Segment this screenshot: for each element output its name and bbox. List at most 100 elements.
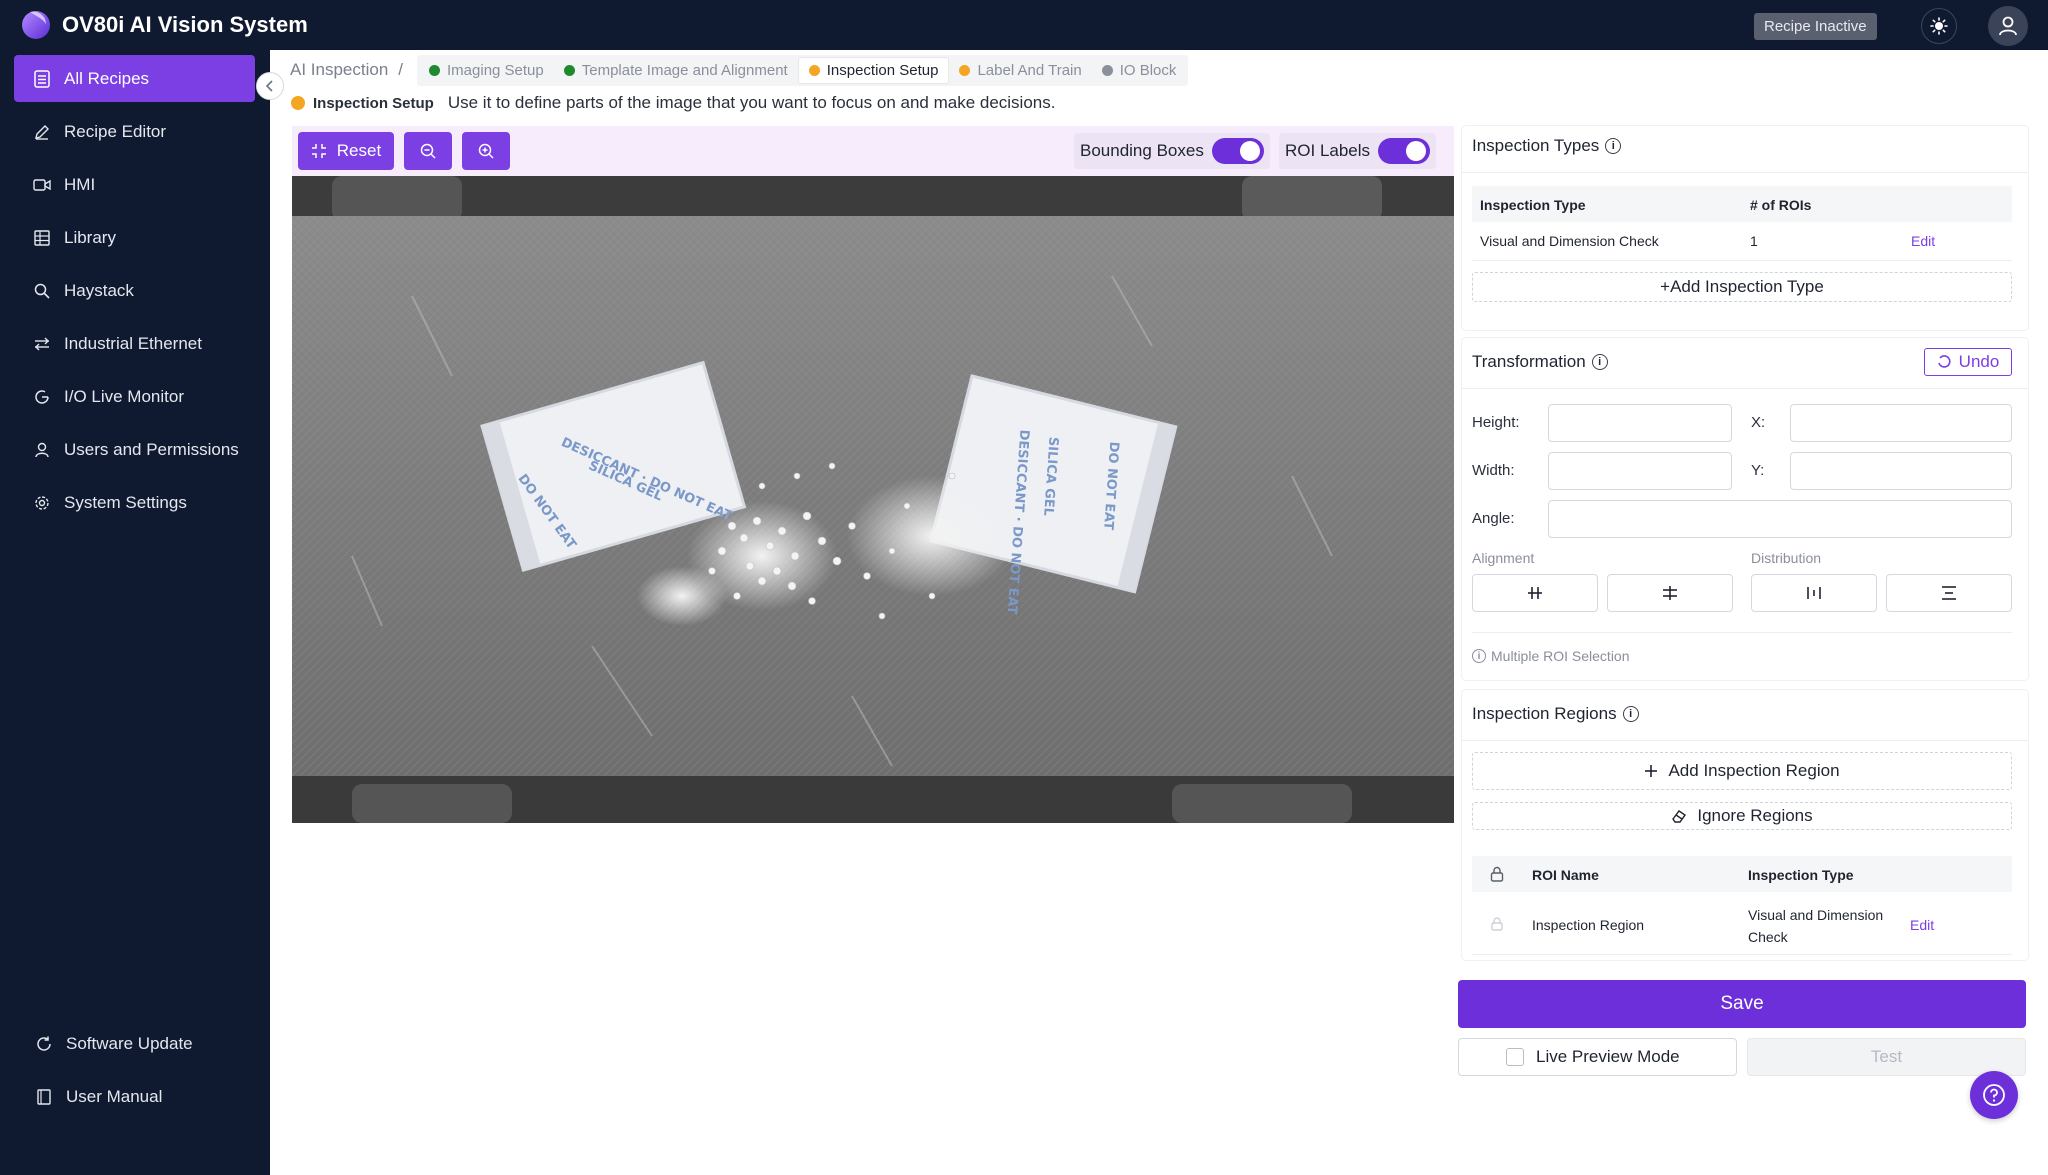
column-header-inspection-type: Inspection Type bbox=[1748, 867, 1854, 883]
live-preview-toggle[interactable]: Live Preview Mode bbox=[1458, 1038, 1737, 1076]
step-label: Template Image and Alignment bbox=[581, 61, 788, 79]
app-logo-icon bbox=[22, 11, 50, 39]
sidebar-item-io-live-monitor[interactable]: I/O Live Monitor bbox=[14, 373, 255, 420]
subtitle-label: Inspection Setup bbox=[313, 94, 434, 112]
inspection-image-canvas[interactable]: DESICCANT · DO NOT EAT SILICA GEL DO NOT… bbox=[292, 176, 1454, 823]
transformation-title: Transformation i bbox=[1472, 352, 1608, 372]
edit-roi-link[interactable]: Edit bbox=[1910, 917, 1934, 933]
roi-name-cell: Inspection Region bbox=[1532, 917, 1645, 933]
step-io-block[interactable]: IO Block bbox=[1092, 57, 1187, 84]
step-bar: Imaging Setup Template Image and Alignme… bbox=[417, 54, 1189, 86]
sidebar-item-recipe-editor[interactable]: Recipe Editor bbox=[14, 108, 255, 155]
save-button[interactable]: Save bbox=[1458, 980, 2026, 1028]
info-icon[interactable]: i bbox=[1605, 138, 1622, 154]
search-icon bbox=[32, 281, 52, 301]
add-inspection-type-button[interactable]: +Add Inspection Type bbox=[1472, 272, 2012, 302]
question-icon bbox=[1983, 1084, 2005, 1106]
sidebar-item-label: Haystack bbox=[64, 280, 134, 300]
subtitle-text: Use it to define parts of the image that… bbox=[447, 93, 1056, 112]
undo-button[interactable]: Undo bbox=[1924, 348, 2012, 376]
divider bbox=[1472, 632, 2012, 633]
test-button[interactable]: Test bbox=[1747, 1038, 2026, 1076]
step-label: IO Block bbox=[1119, 61, 1177, 79]
sidebar-item-library[interactable]: Library bbox=[14, 214, 255, 261]
inspection-regions-card: Inspection Regions i Add Inspection Regi… bbox=[1462, 690, 2028, 960]
align-horizontal-button[interactable] bbox=[1472, 574, 1598, 612]
sidebar-item-label: Recipe Editor bbox=[64, 121, 167, 141]
sidebar-item-haystack[interactable]: Haystack bbox=[14, 267, 255, 314]
y-input[interactable] bbox=[1790, 452, 2012, 490]
sidebar-item-software-update[interactable]: Software Update bbox=[14, 1020, 255, 1067]
roi-labels-label: ROI Labels bbox=[1285, 141, 1371, 160]
ignore-regions-button[interactable]: Ignore Regions bbox=[1472, 802, 2012, 830]
sidebar-item-label: Users and Permissions bbox=[64, 439, 239, 459]
angle-label: Angle: bbox=[1472, 510, 1515, 527]
sidebar-item-industrial-ethernet[interactable]: Industrial Ethernet bbox=[14, 320, 255, 367]
align-vertical-button[interactable] bbox=[1607, 574, 1733, 612]
info-icon: i bbox=[1472, 649, 1486, 663]
transformation-card: Transformation i Undo Height: X: Width: … bbox=[1462, 338, 2028, 680]
edit-inspection-type-link[interactable]: Edit bbox=[1911, 233, 1935, 249]
distribute-vertical-icon bbox=[1942, 586, 1956, 600]
video-icon bbox=[32, 175, 52, 195]
zoom-in-button[interactable] bbox=[462, 132, 510, 170]
reset-button[interactable]: Reset bbox=[298, 132, 394, 170]
zoom-out-button[interactable] bbox=[404, 132, 452, 170]
height-input[interactable] bbox=[1548, 404, 1732, 442]
zoom-out-icon bbox=[420, 143, 436, 159]
sidebar-item-label: I/O Live Monitor bbox=[64, 386, 184, 406]
sun-icon bbox=[1930, 17, 1948, 35]
column-header-roi-name: ROI Name bbox=[1532, 867, 1599, 883]
sidebar-item-system-settings[interactable]: System Settings bbox=[14, 479, 255, 526]
live-preview-checkbox[interactable] bbox=[1506, 1048, 1524, 1066]
distribute-vertical-button[interactable] bbox=[1886, 574, 2012, 612]
sidebar-item-label: System Settings bbox=[64, 492, 187, 512]
info-icon[interactable]: i bbox=[1622, 706, 1639, 722]
sidebar-item-users-and-permissions[interactable]: Users and Permissions bbox=[14, 426, 255, 473]
status-dot bbox=[808, 64, 820, 76]
distribute-horizontal-button[interactable] bbox=[1751, 574, 1877, 612]
width-label: Width: bbox=[1472, 462, 1515, 479]
user-avatar-button[interactable] bbox=[1988, 6, 2028, 46]
sidebar-item-hmi[interactable]: HMI bbox=[14, 161, 255, 208]
inspection-types-title: Inspection Types i bbox=[1472, 136, 1622, 156]
step-imaging-setup[interactable]: Imaging Setup bbox=[419, 57, 554, 84]
info-icon[interactable]: i bbox=[1591, 354, 1608, 370]
sidebar-item-user-manual[interactable]: User Manual bbox=[14, 1073, 255, 1120]
height-label: Height: bbox=[1472, 414, 1520, 431]
add-inspection-region-button[interactable]: Add Inspection Region bbox=[1472, 752, 2012, 790]
inspection-types-card: Inspection Types i Inspection Type # of … bbox=[1462, 126, 2028, 330]
lock-icon[interactable] bbox=[1490, 866, 1504, 882]
sidebar-item-all-recipes[interactable]: All Recipes bbox=[14, 55, 255, 102]
status-dot bbox=[291, 96, 305, 110]
card-title-text: Inspection Types bbox=[1472, 136, 1600, 155]
align-horizontal-icon bbox=[1528, 587, 1542, 599]
step-inspection-setup[interactable]: Inspection Setup bbox=[797, 56, 950, 84]
list-icon bbox=[32, 69, 52, 89]
divider bbox=[1462, 172, 2028, 173]
x-input[interactable] bbox=[1790, 404, 2012, 442]
inspection-type-cell: Visual and Dimension Check bbox=[1480, 233, 1659, 249]
divider bbox=[1472, 954, 2012, 955]
step-label-and-train[interactable]: Label And Train bbox=[949, 57, 1091, 84]
inspection-regions-title: Inspection Regions i bbox=[1472, 704, 1639, 724]
breadcrumb-root[interactable]: AI Inspection bbox=[290, 60, 388, 80]
sidebar-collapse-button[interactable] bbox=[256, 72, 284, 100]
theme-toggle-button[interactable] bbox=[1921, 8, 1957, 44]
width-input[interactable] bbox=[1548, 452, 1732, 490]
bounding-boxes-switch[interactable] bbox=[1211, 138, 1264, 164]
align-vertical-icon bbox=[1663, 586, 1677, 600]
chevron-left-icon bbox=[265, 80, 273, 92]
help-button[interactable] bbox=[1970, 1071, 2018, 1119]
angle-input[interactable] bbox=[1548, 500, 2012, 538]
step-template-image-alignment[interactable]: Template Image and Alignment bbox=[554, 57, 798, 84]
distribute-horizontal-icon bbox=[1807, 587, 1821, 599]
status-dot bbox=[563, 64, 575, 76]
eraser-icon bbox=[1672, 810, 1687, 823]
lock-icon[interactable] bbox=[1491, 917, 1503, 931]
roi-labels-switch[interactable] bbox=[1378, 138, 1431, 164]
sidebar-item-label: Software Update bbox=[66, 1033, 193, 1053]
column-header-roi-count: # of ROIs bbox=[1750, 197, 1812, 213]
card-title-text: Transformation bbox=[1472, 352, 1586, 371]
app-title: OV80i AI Vision System bbox=[62, 12, 308, 37]
